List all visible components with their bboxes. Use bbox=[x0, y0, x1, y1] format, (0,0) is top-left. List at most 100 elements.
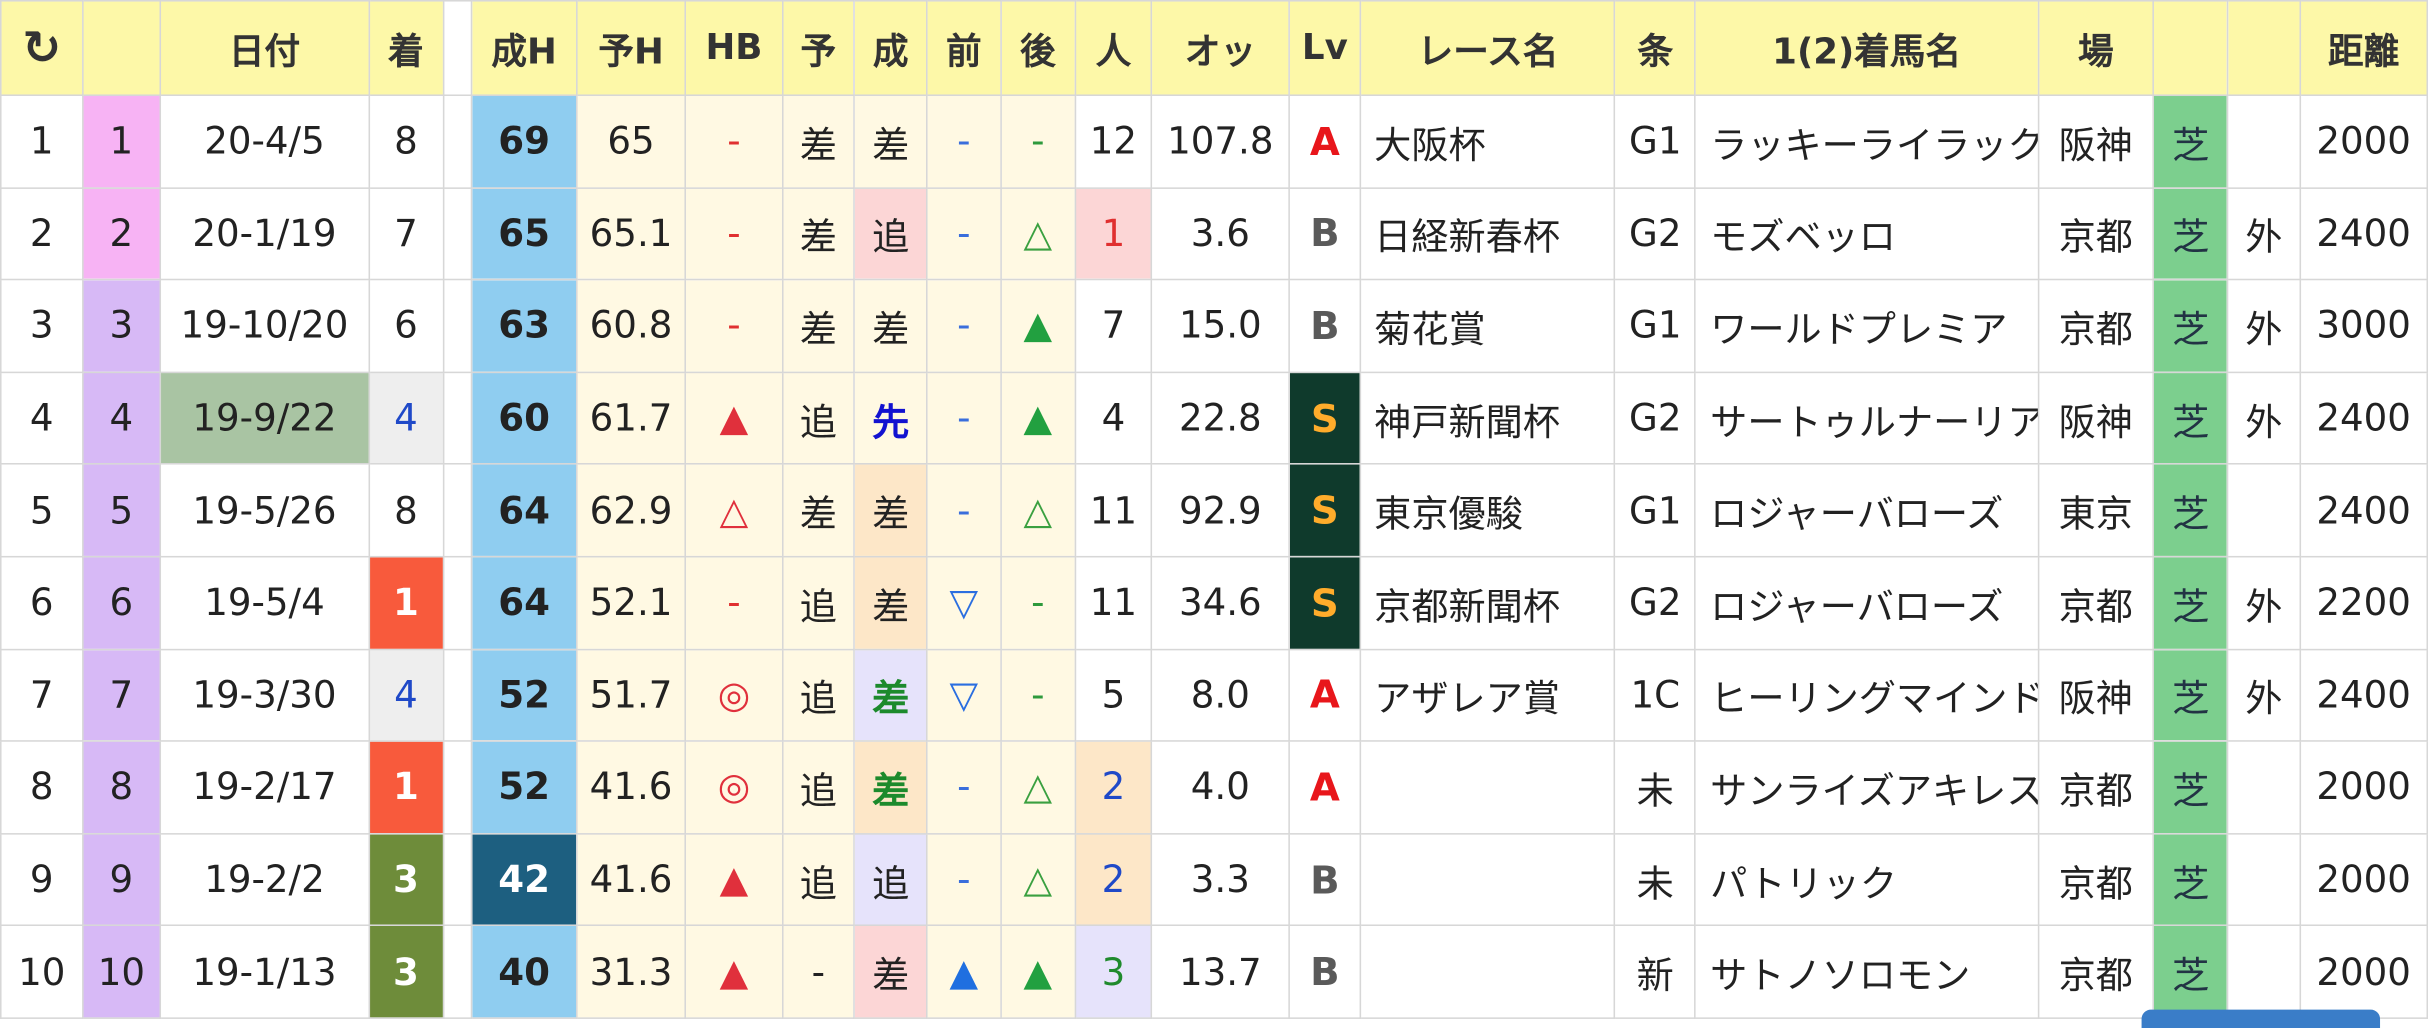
winner-name[interactable]: サートゥルナーリア bbox=[1694, 371, 2039, 466]
front-mark: - bbox=[926, 94, 1002, 189]
row-index: 10 bbox=[0, 924, 84, 1019]
race-history-table: ↻ 日付 着 成H 予H HB 予 成 前 後 人 オッ Lv レース名 条 1… bbox=[0, 0, 2428, 1019]
odds: 8.0 bbox=[1151, 648, 1290, 742]
table-row[interactable]: 1 1 20-4/5 8 69 65 - 差 差 - - 12 107.8 A … bbox=[0, 94, 2428, 189]
row-index: 9 bbox=[0, 832, 84, 927]
winner-name[interactable]: ヒーリングマインド bbox=[1694, 648, 2039, 742]
odds: 3.3 bbox=[1151, 832, 1290, 927]
table-row[interactable]: 9 9 19-2/2 3 42 41.6 ▲ 追 追 - △ 2 3.3 B 未… bbox=[0, 832, 2428, 927]
actual-style: 差 bbox=[853, 740, 928, 835]
winner-name[interactable]: サトノソロモン bbox=[1694, 924, 2039, 1019]
floating-widget-tab[interactable] bbox=[2141, 1009, 2381, 1028]
race-name[interactable] bbox=[1360, 740, 1616, 835]
popularity: 1 bbox=[1074, 186, 1153, 281]
hb-mark: △ bbox=[684, 463, 783, 558]
table-row[interactable]: 3 3 19-10/20 6 63 60.8 - 差 差 - ▲ 7 15.0 … bbox=[0, 279, 2428, 373]
col-header-popularity[interactable]: 人 bbox=[1074, 0, 1153, 97]
row-index: 1 bbox=[0, 94, 84, 189]
race-name[interactable]: 日経新春杯 bbox=[1360, 186, 1616, 281]
front-mark: ▲ bbox=[926, 924, 1002, 1019]
popularity: 11 bbox=[1074, 463, 1153, 558]
level-badge: B bbox=[1287, 924, 1362, 1019]
refresh-button[interactable]: ↻ bbox=[0, 0, 84, 97]
col-header-date[interactable]: 日付 bbox=[159, 0, 370, 97]
front-mark: - bbox=[926, 371, 1002, 466]
refresh-icon[interactable]: ↻ bbox=[22, 21, 61, 75]
pred-style: 追 bbox=[781, 740, 856, 835]
race-date[interactable]: 19-2/17 bbox=[159, 740, 370, 835]
col-header-race-name[interactable]: レース名 bbox=[1360, 0, 1616, 97]
race-date[interactable]: 19-5/26 bbox=[159, 463, 370, 558]
course-side bbox=[2226, 924, 2301, 1019]
col-header-distance[interactable]: 距離 bbox=[2299, 0, 2428, 97]
race-date[interactable]: 19-5/4 bbox=[159, 555, 370, 650]
race-date[interactable]: 19-3/30 bbox=[159, 648, 370, 742]
col-header-back[interactable]: 後 bbox=[1000, 0, 1076, 97]
col-header-winner[interactable]: 1(2)着馬名 bbox=[1694, 0, 2039, 97]
col-header-hb[interactable]: HB bbox=[684, 0, 783, 97]
table-row[interactable]: 5 5 19-5/26 8 64 62.9 △ 差 差 - △ 11 92.9 … bbox=[0, 463, 2428, 558]
col-header-actual-style[interactable]: 成 bbox=[853, 0, 928, 97]
race-date[interactable]: 19-9/22 bbox=[159, 371, 370, 466]
race-number: 10 bbox=[82, 924, 161, 1019]
table-row[interactable]: 4 4 19-9/22 4 60 61.7 ▲ 追 先 - ▲ 4 22.8 S… bbox=[0, 371, 2428, 466]
col-header-cond[interactable]: 条 bbox=[1614, 0, 1697, 97]
col-header-front[interactable]: 前 bbox=[926, 0, 1002, 97]
actual-style: 追 bbox=[853, 832, 928, 927]
row-index: 6 bbox=[0, 555, 84, 650]
col-header-venue[interactable]: 場 bbox=[2037, 0, 2155, 97]
actual-style: 先 bbox=[853, 371, 928, 466]
winner-name[interactable]: モズベッロ bbox=[1694, 186, 2039, 281]
table-row[interactable]: 2 2 20-1/19 7 65 65.1 - 差 追 - △ 1 3.6 B … bbox=[0, 186, 2428, 281]
table-row[interactable]: 10 10 19-1/13 3 40 31.3 ▲ - 差 ▲ ▲ 3 13.7… bbox=[0, 924, 2428, 1019]
surface-badge: 芝 bbox=[2152, 371, 2229, 466]
hb-mark: - bbox=[684, 555, 783, 650]
race-name[interactable]: 大阪杯 bbox=[1360, 94, 1616, 189]
table-row[interactable]: 6 6 19-5/4 1 64 52.1 - 追 差 ▽ - 11 34.6 S… bbox=[0, 555, 2428, 650]
col-header-actual-h[interactable]: 成H bbox=[471, 0, 578, 97]
back-mark: △ bbox=[1000, 740, 1076, 835]
race-condition: G1 bbox=[1614, 279, 1697, 373]
winner-name[interactable]: サンライズアキレス bbox=[1694, 740, 2039, 835]
winner-name[interactable]: ラッキーライラック bbox=[1694, 94, 2039, 189]
popularity: 12 bbox=[1074, 94, 1153, 189]
race-date[interactable]: 20-4/5 bbox=[159, 94, 370, 189]
winner-name[interactable]: ロジャーバローズ bbox=[1694, 555, 2039, 650]
race-name[interactable]: アザレア賞 bbox=[1360, 648, 1616, 742]
distance: 2000 bbox=[2299, 832, 2428, 927]
race-name[interactable] bbox=[1360, 832, 1616, 927]
finish-position: 3 bbox=[368, 832, 444, 927]
race-name[interactable] bbox=[1360, 924, 1616, 1019]
actual-style: 差 bbox=[853, 555, 928, 650]
race-condition: 未 bbox=[1614, 832, 1697, 927]
level-badge: B bbox=[1287, 832, 1362, 927]
col-header-odds[interactable]: オッ bbox=[1151, 0, 1290, 97]
actual-h: 63 bbox=[471, 279, 578, 373]
race-date[interactable]: 20-1/19 bbox=[159, 186, 370, 281]
odds: 3.6 bbox=[1151, 186, 1290, 281]
race-name[interactable]: 神戸新聞杯 bbox=[1360, 371, 1616, 466]
table-row[interactable]: 7 7 19-3/30 4 52 51.7 ◎ 追 差 ▽ - 5 8.0 A … bbox=[0, 648, 2428, 742]
venue: 京都 bbox=[2037, 279, 2155, 373]
winner-name[interactable]: ロジャーバローズ bbox=[1694, 463, 2039, 558]
col-header-pred-h[interactable]: 予H bbox=[575, 0, 687, 97]
race-date[interactable]: 19-10/20 bbox=[159, 279, 370, 373]
venue: 京都 bbox=[2037, 924, 2155, 1019]
race-name[interactable]: 東京優駿 bbox=[1360, 463, 1616, 558]
race-date[interactable]: 19-1/13 bbox=[159, 924, 370, 1019]
winner-name[interactable]: ワールドプレミア bbox=[1694, 279, 2039, 373]
odds: 15.0 bbox=[1151, 279, 1290, 373]
row-index: 2 bbox=[0, 186, 84, 281]
course-side: 外 bbox=[2226, 279, 2301, 373]
back-mark: ▲ bbox=[1000, 279, 1076, 373]
race-name[interactable]: 京都新聞杯 bbox=[1360, 555, 1616, 650]
race-name[interactable]: 菊花賞 bbox=[1360, 279, 1616, 373]
col-header-finish[interactable]: 着 bbox=[368, 0, 444, 97]
col-header-lv[interactable]: Lv bbox=[1287, 0, 1362, 97]
race-date[interactable]: 19-2/2 bbox=[159, 832, 370, 927]
col-header-pred-style[interactable]: 予 bbox=[781, 0, 856, 97]
table-row[interactable]: 8 8 19-2/17 1 52 41.6 ◎ 追 差 - △ 2 4.0 A … bbox=[0, 740, 2428, 835]
surface-badge: 芝 bbox=[2152, 186, 2229, 281]
winner-name[interactable]: パトリック bbox=[1694, 832, 2039, 927]
course-side bbox=[2226, 832, 2301, 927]
